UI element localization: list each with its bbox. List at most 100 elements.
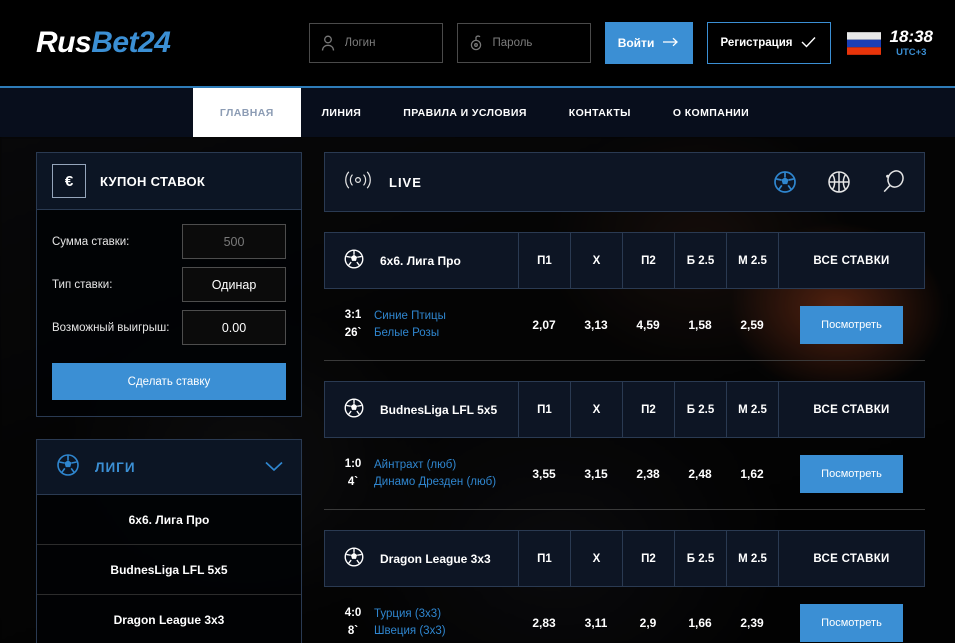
site-header: RusBet24 Войти bbox=[0, 0, 955, 86]
league-list-item[interactable]: 6x6. Лига Про bbox=[37, 495, 301, 545]
match-block-header: BudnesLiga LFL 5x5 П1 Х П2 Б 2.5 М 2.5 В… bbox=[324, 381, 925, 438]
odd-p1[interactable]: 2,07 bbox=[518, 318, 570, 332]
column-header-p1[interactable]: П1 bbox=[519, 531, 571, 586]
soccer-ball-icon bbox=[55, 452, 81, 483]
check-icon bbox=[801, 36, 816, 51]
tennis-icon[interactable] bbox=[880, 169, 906, 195]
nav-label: О КОМПАНИИ bbox=[673, 107, 749, 119]
chevron-down-icon[interactable] bbox=[265, 459, 283, 476]
league-list-item[interactable]: BudnesLiga LFL 5x5 bbox=[37, 545, 301, 595]
column-header-over[interactable]: Б 2.5 bbox=[675, 233, 727, 288]
column-header-x[interactable]: Х bbox=[571, 531, 623, 586]
column-header-under[interactable]: М 2.5 bbox=[727, 233, 779, 288]
odd-p1[interactable]: 2,83 bbox=[518, 616, 570, 630]
nav-item-about[interactable]: О КОМПАНИИ bbox=[652, 88, 770, 137]
bet-payout-label: Возможный выигрыш: bbox=[52, 322, 182, 334]
column-header-x[interactable]: Х bbox=[571, 382, 623, 437]
soccer-icon[interactable] bbox=[772, 169, 798, 195]
column-header-under[interactable]: М 2.5 bbox=[727, 531, 779, 586]
basketball-icon[interactable] bbox=[826, 169, 852, 195]
all-bets-header[interactable]: ВСЕ СТАВКИ bbox=[779, 382, 924, 437]
page-content: € КУПОН СТАВОК Сумма ставки: Тип ставки: bbox=[0, 137, 955, 643]
match-block: 6x6. Лига Про П1 Х П2 Б 2.5 М 2.5 ВСЕ СТ… bbox=[324, 232, 925, 361]
user-icon bbox=[320, 34, 336, 52]
odd-under[interactable]: 2,59 bbox=[726, 318, 778, 332]
match-row: 3:1 26` Синие Птицы Белые Розы 2,07 3,13… bbox=[324, 289, 925, 361]
place-bet-button[interactable]: Сделать ставку bbox=[52, 363, 286, 400]
watch-button[interactable]: Посмотреть bbox=[800, 604, 903, 642]
column-header-p1[interactable]: П1 bbox=[519, 233, 571, 288]
bet-amount-label: Сумма ставки: bbox=[52, 236, 182, 248]
odd-under[interactable]: 1,62 bbox=[726, 467, 778, 481]
odd-x[interactable]: 3,11 bbox=[570, 616, 622, 630]
nav-label: ГЛАВНАЯ bbox=[220, 107, 274, 119]
bet-slip-header: € КУПОН СТАВОК bbox=[37, 153, 301, 210]
column-header-p1[interactable]: П1 bbox=[519, 382, 571, 437]
match-block-league[interactable]: 6x6. Лига Про bbox=[325, 233, 519, 288]
odd-p1[interactable]: 3,55 bbox=[518, 467, 570, 481]
column-header-p2[interactable]: П2 bbox=[623, 233, 675, 288]
odd-x[interactable]: 3,15 bbox=[570, 467, 622, 481]
watch-button[interactable]: Посмотреть bbox=[800, 306, 903, 344]
odd-x[interactable]: 3,13 bbox=[570, 318, 622, 332]
bet-payout-row: Возможный выигрыш: 0.00 bbox=[52, 310, 286, 345]
russia-flag-icon bbox=[847, 32, 881, 55]
league-list-item[interactable]: Dragon League 3x3 bbox=[37, 595, 301, 643]
nav-label: ЛИНИЯ bbox=[322, 107, 362, 119]
lock-icon bbox=[468, 34, 484, 52]
match-teams[interactable]: Синие Птицы Белые Розы bbox=[374, 308, 518, 341]
broadcast-icon bbox=[343, 170, 373, 195]
page-root: RusBet24 Войти bbox=[0, 0, 955, 643]
league-name: BudnesLiga LFL 5x5 bbox=[380, 403, 497, 417]
nav-item-line[interactable]: ЛИНИЯ bbox=[301, 88, 383, 137]
bet-type-row: Тип ставки: Одинар bbox=[52, 267, 286, 302]
match-teams[interactable]: Турция (3x3) Швеция (3x3) bbox=[374, 606, 518, 639]
login-button[interactable]: Войти bbox=[605, 22, 693, 64]
odd-p2[interactable]: 4,59 bbox=[622, 318, 674, 332]
nav-items: ГЛАВНАЯ ЛИНИЯ ПРАВИЛА И УСЛОВИЯ КОНТАКТЫ… bbox=[193, 88, 770, 137]
nav-item-home[interactable]: ГЛАВНАЯ bbox=[193, 88, 301, 137]
bet-type-select[interactable]: Одинар bbox=[182, 267, 286, 302]
bet-amount-input[interactable] bbox=[183, 225, 285, 258]
column-header-p2[interactable]: П2 bbox=[623, 531, 675, 586]
odd-over[interactable]: 1,58 bbox=[674, 318, 726, 332]
odd-p2[interactable]: 2,38 bbox=[622, 467, 674, 481]
password-input[interactable] bbox=[493, 37, 580, 49]
clock-time: 18:38 bbox=[890, 28, 933, 46]
site-logo[interactable]: RusBet24 bbox=[36, 26, 170, 60]
bet-slip-body: Сумма ставки: Тип ставки: Одинар Возможн… bbox=[37, 210, 301, 416]
match-block-league[interactable]: BudnesLiga LFL 5x5 bbox=[325, 382, 519, 437]
main-panel: LIVE bbox=[324, 152, 925, 643]
score-value: 1:0 bbox=[332, 456, 374, 473]
password-field-wrapper[interactable] bbox=[457, 23, 591, 63]
nav-item-contacts[interactable]: КОНТАКТЫ bbox=[548, 88, 652, 137]
column-header-over[interactable]: Б 2.5 bbox=[675, 531, 727, 586]
odd-under[interactable]: 2,39 bbox=[726, 616, 778, 630]
watch-button[interactable]: Посмотреть bbox=[800, 455, 903, 493]
leagues-header[interactable]: ЛИГИ bbox=[37, 440, 301, 495]
register-button[interactable]: Регистрация bbox=[707, 22, 831, 64]
match-minute: 4` bbox=[332, 474, 374, 491]
odd-over[interactable]: 1,66 bbox=[674, 616, 726, 630]
score-value: 3:1 bbox=[332, 307, 374, 324]
all-bets-header[interactable]: ВСЕ СТАВКИ bbox=[779, 531, 924, 586]
bet-slip-title: КУПОН СТАВОК bbox=[100, 174, 205, 189]
all-bets-header[interactable]: ВСЕ СТАВКИ bbox=[779, 233, 924, 288]
team-home: Турция (3x3) bbox=[374, 606, 518, 623]
column-header-x[interactable]: Х bbox=[571, 233, 623, 288]
column-header-under[interactable]: М 2.5 bbox=[727, 382, 779, 437]
odd-over[interactable]: 2,48 bbox=[674, 467, 726, 481]
logo-part-two: Bet24 bbox=[91, 26, 170, 59]
match-block-league[interactable]: Dragon League 3x3 bbox=[325, 531, 519, 586]
team-away: Белые Розы bbox=[374, 325, 518, 342]
login-input[interactable] bbox=[345, 37, 432, 49]
live-label: LIVE bbox=[389, 175, 422, 190]
match-teams[interactable]: Айнтрахт (люб) Динамо Дрезден (люб) bbox=[374, 457, 518, 490]
column-header-p2[interactable]: П2 bbox=[623, 382, 675, 437]
column-header-over[interactable]: Б 2.5 bbox=[675, 382, 727, 437]
nav-item-rules[interactable]: ПРАВИЛА И УСЛОВИЯ bbox=[382, 88, 548, 137]
bet-amount-field[interactable] bbox=[182, 224, 286, 259]
match-block: Dragon League 3x3 П1 Х П2 Б 2.5 М 2.5 ВС… bbox=[324, 530, 925, 643]
odd-p2[interactable]: 2,9 bbox=[622, 616, 674, 630]
login-field-wrapper[interactable] bbox=[309, 23, 443, 63]
